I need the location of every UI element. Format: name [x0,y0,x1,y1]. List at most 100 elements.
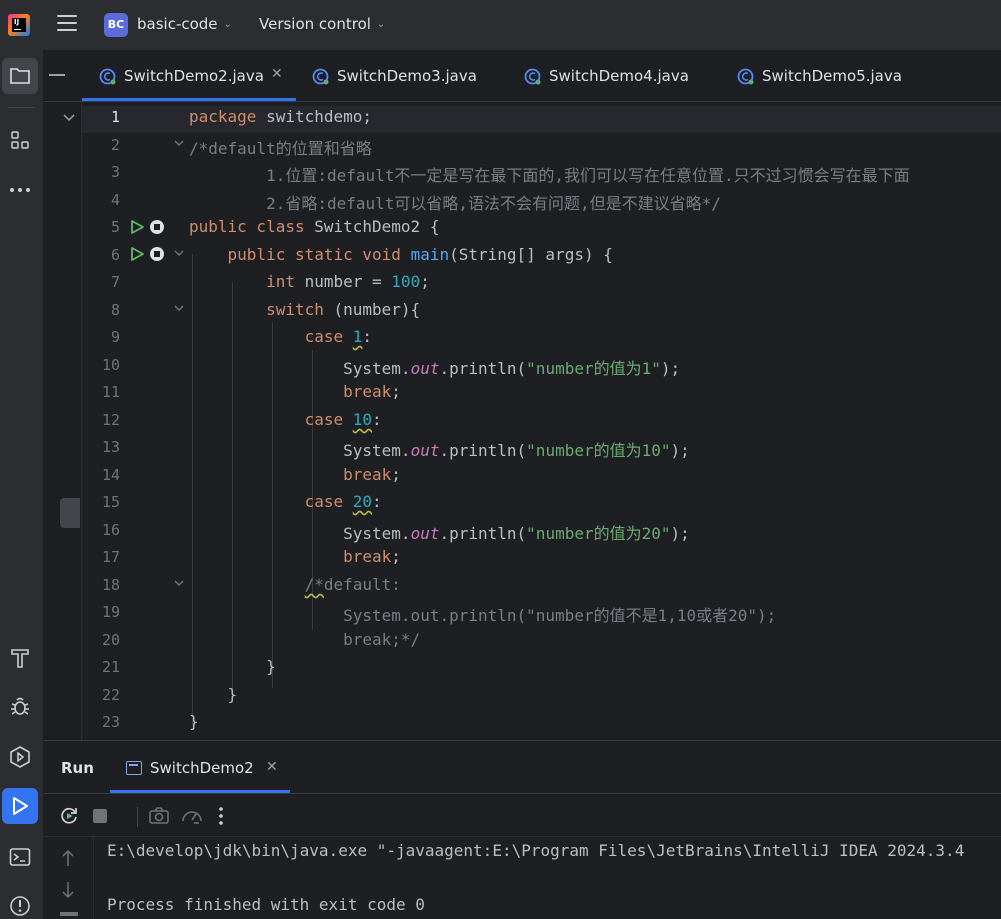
tab-label: SwitchDemo2.java [124,67,264,85]
code-line: switch (number){ [266,300,421,319]
tab-label: SwitchDemo4.java [549,67,689,85]
version-control-label: Version control [259,15,371,33]
strip-divider [8,107,34,108]
scroll-up-icon[interactable] [61,849,75,867]
code-line: case 1: [304,327,373,346]
code-line: } [189,712,199,731]
line-number: 17 [101,548,120,566]
run-gutter-icon[interactable] [129,246,145,262]
line-number: 14 [101,466,120,484]
more-icon [10,188,30,192]
line-number: 20 [101,631,120,649]
divider [44,793,1001,794]
code-line: } [189,657,276,676]
run-gutter-icon[interactable] [129,219,145,235]
line-number: 4 [110,191,120,209]
terminal-tool-button[interactable] [2,839,38,875]
code-line: System.out.println("number的值为10"); [343,441,690,460]
title-bar: IJ BC basic-code ⌄ Version control ⌄ [0,0,1001,50]
code-editor[interactable]: 1 2 3 4 5 6 7 8 9 10 11 12 13 14 15 16 1… [82,102,1001,740]
fold-chevron-icon[interactable] [174,250,184,257]
line-number: 10 [101,356,120,374]
line-number: 12 [101,411,120,429]
code-line: break; [343,465,401,484]
line-number: 13 [101,438,120,456]
services-icon [10,746,30,768]
line-number: 9 [110,328,120,346]
divider [44,836,1001,837]
console-tab-icon [126,761,142,775]
profiler-gauge-icon[interactable] [180,805,204,827]
more-tools-button[interactable] [2,172,38,208]
code-line: break; [343,382,401,401]
services-tool-button[interactable] [2,739,38,775]
line-number: 19 [101,603,120,621]
line-number: 8 [110,301,120,319]
run-tool-button[interactable] [2,788,38,824]
java-class-icon [524,68,541,85]
fold-chevron-icon[interactable] [174,140,184,147]
bug-icon [11,697,29,715]
panel-scroll-handle[interactable] [60,498,80,528]
debug-tool-button[interactable] [2,688,38,724]
hammer-icon [11,649,29,668]
stop-gutter-icon[interactable] [150,220,164,234]
run-panel: Run SwitchDemo2 ✕ E:\develop\jdk\bin\jav… [44,740,1001,919]
code-line: System.out.println("number的值为20"); [343,524,690,543]
more-vertical-icon[interactable] [218,805,224,827]
java-class-icon [737,68,754,85]
run-config-tab[interactable]: SwitchDemo2 [150,759,254,777]
line-number: 16 [101,521,120,539]
version-control-menu[interactable]: Version control ⌄ [259,15,385,33]
line-number: 21 [101,658,120,676]
problems-tool-button[interactable] [2,888,38,919]
code-line-comment: /*default: [304,575,401,594]
active-tab-indicator [82,98,296,101]
code-line: package switchdemo; [189,107,373,126]
camera-icon[interactable] [148,805,170,827]
fold-chevron-icon[interactable] [174,305,184,312]
chevron-down-icon[interactable] [63,114,75,122]
code-line: break; [343,547,401,566]
project-selector[interactable]: basic-code ⌄ [137,15,232,33]
project-panel-collapsed [44,102,82,740]
project-tool-button[interactable] [2,58,38,94]
run-icon [13,797,28,815]
project-name: basic-code [137,15,218,33]
console-output-line: E:\develop\jdk\bin\java.exe "-javaagent:… [107,841,965,860]
console-side-toolbar [44,837,94,919]
intellij-logo-icon[interactable]: IJ [8,14,30,36]
code-line: case 20: [304,492,382,511]
line-number: 5 [110,218,120,236]
rerun-icon[interactable] [58,805,80,827]
code-line-comment: 1.位置:default不一定是写在最下面的,我们可以写在任意位置.只不过习惯会… [189,166,910,185]
close-icon[interactable]: ✕ [266,759,278,775]
minimize-icon[interactable] [49,74,65,76]
line-number: 7 [110,273,120,291]
line-number: 23 [101,713,120,731]
stop-gutter-icon[interactable] [150,247,164,261]
main-menu-icon[interactable] [57,15,77,35]
structure-icon [11,131,29,149]
code-line: case 10: [304,410,382,429]
tab-switchdemo2[interactable]: SwitchDemo2.java ✕ [99,66,289,87]
build-tool-button[interactable] [2,640,38,676]
tab-label: SwitchDemo3.java [337,67,477,85]
structure-tool-button[interactable] [2,122,38,158]
fold-chevron-icon[interactable] [174,580,184,587]
scroll-down-icon[interactable] [61,881,75,899]
terminal-icon [9,848,31,866]
line-number: 15 [101,493,120,511]
chevron-down-icon: ⌄ [376,19,386,30]
folder-icon [10,68,30,84]
close-icon[interactable]: ✕ [271,66,283,82]
project-badge[interactable]: BC [104,13,128,37]
line-number: 1 [110,108,120,126]
line-number: 11 [101,383,120,401]
java-class-icon [99,68,116,85]
stop-icon[interactable] [92,808,108,824]
line-number: 2 [110,136,120,154]
line-number: 22 [101,686,120,704]
problems-icon [10,896,30,916]
soft-wrap-icon[interactable] [60,912,78,916]
